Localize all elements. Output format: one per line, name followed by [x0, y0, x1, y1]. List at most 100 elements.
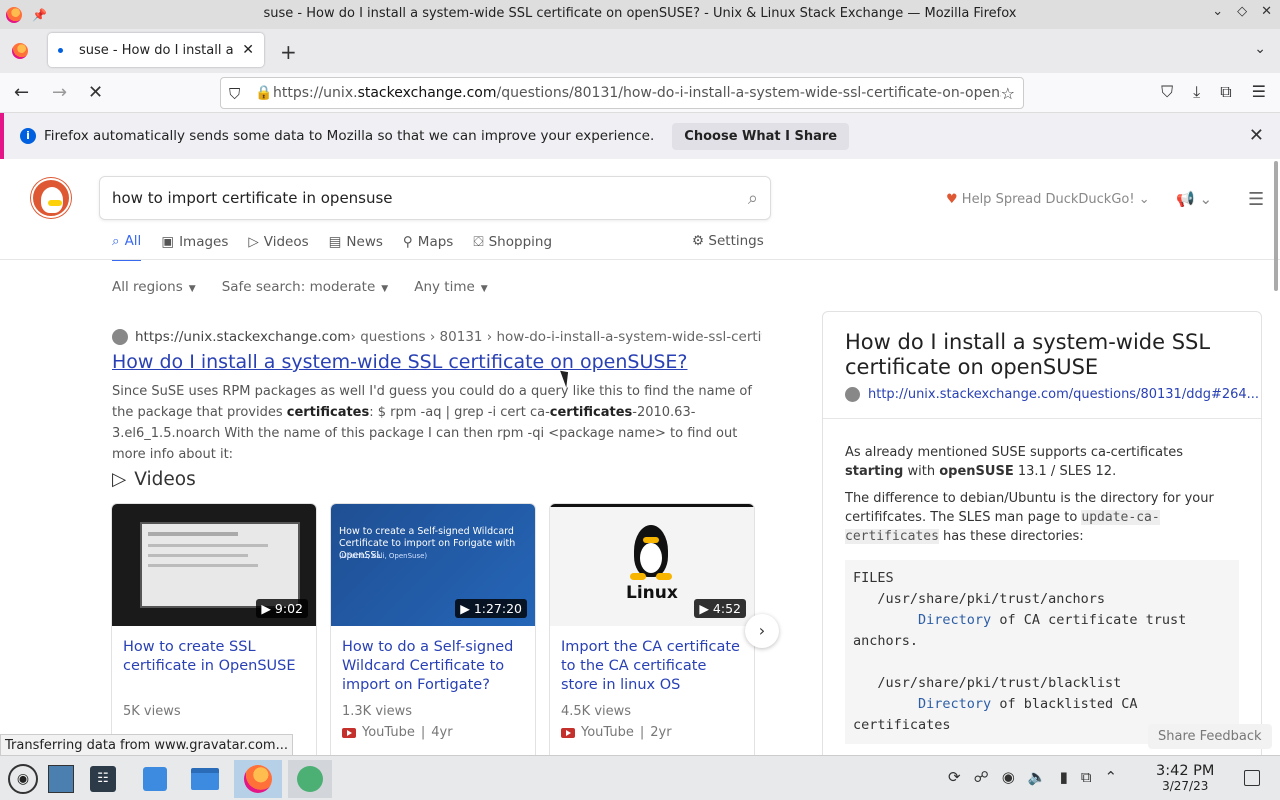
- gecko-app-icon[interactable]: [288, 760, 332, 798]
- minimize-icon[interactable]: ⌄: [1212, 4, 1223, 19]
- videos-header: ▷ Videos: [112, 469, 196, 490]
- downloads-icon[interactable]: ⤓: [1193, 82, 1200, 102]
- discover-store-icon[interactable]: [136, 760, 174, 798]
- tab-close-icon[interactable]: ✕: [242, 42, 254, 58]
- choose-share-button[interactable]: Choose What I Share: [672, 122, 850, 150]
- clock[interactable]: 3:42 PM 3/27/23: [1156, 763, 1214, 793]
- tab-list-chevron-icon[interactable]: ⌄: [1254, 41, 1266, 57]
- video-card[interactable]: How to create a Self-signed Wildcard Cer…: [330, 503, 536, 755]
- video-title[interactable]: Import the CA certificate to the CA cert…: [550, 626, 754, 696]
- battery-icon[interactable]: ▮: [1060, 768, 1068, 786]
- notification-bar: i Firefox automatically sends some data …: [0, 113, 1280, 159]
- video-title[interactable]: How to create SSL certificate in OpenSUS…: [112, 626, 316, 696]
- window-titlebar: 📌 suse - How do I install a system-wide …: [0, 0, 1280, 29]
- safe-search-filter[interactable]: Safe search: moderate ▼: [222, 279, 389, 295]
- show-desktop-icon[interactable]: [1244, 770, 1260, 786]
- desktop-pager-icon[interactable]: [42, 760, 80, 798]
- filter-row: All regions ▼ Safe search: moderate ▼ Any …: [112, 279, 488, 295]
- firefox-icon: [6, 6, 22, 23]
- video-views: 4.5K views: [561, 704, 632, 719]
- tux-penguin-icon: [628, 525, 674, 581]
- pin-icon[interactable]: 📌: [32, 8, 47, 22]
- nav-toolbar: ← → ✕ ⛉ 🔒 https://unix.stackexchange.com…: [0, 73, 1280, 113]
- file-manager-icon[interactable]: [186, 760, 224, 798]
- video-source: YouTube | 2yr: [550, 725, 754, 740]
- video-thumbnail[interactable]: ▶ 9:02: [112, 504, 316, 626]
- tab-active[interactable]: suse - How do I install a sys ✕: [48, 33, 264, 67]
- tab-maps[interactable]: ⚲ Maps: [403, 233, 453, 261]
- image-icon: ▣: [161, 234, 175, 250]
- window-title: suse - How do I install a system-wide SS…: [263, 6, 1017, 21]
- video-title[interactable]: How to do a Self-signed Wildcard Certifi…: [331, 626, 535, 696]
- video-thumbnail[interactable]: Linux ▶ 4:52: [550, 504, 754, 626]
- forward-icon[interactable]: →: [52, 82, 67, 103]
- pocket-icon[interactable]: ⛉: [1161, 82, 1173, 102]
- url-bar[interactable]: ⛉ 🔒 https://unix.stackexchange.com/quest…: [220, 77, 1024, 109]
- favicon-icon: [112, 329, 128, 345]
- result-snippet: Since SuSE uses RPM packages as well I'd…: [112, 384, 752, 462]
- back-icon[interactable]: ←: [14, 82, 29, 103]
- video-card[interactable]: ▶ 9:02 How to create SSL certificate in …: [111, 503, 317, 755]
- app-launcher-icon[interactable]: ◉: [4, 760, 42, 798]
- video-duration: ▶ 1:27:20: [455, 599, 527, 618]
- result-url[interactable]: https://unix.stackexchange.com › questio…: [112, 329, 762, 345]
- play-icon: ▷: [112, 469, 127, 490]
- volume-icon[interactable]: 🔈: [1028, 768, 1047, 786]
- close-icon[interactable]: ✕: [1249, 125, 1264, 146]
- lock-icon[interactable]: 🔒: [255, 85, 272, 101]
- scrollbar[interactable]: [1274, 161, 1278, 291]
- search-input[interactable]: [112, 189, 748, 207]
- system-settings-icon[interactable]: ☷: [84, 760, 122, 798]
- thumbnail-subtext: (Ubuntu, Kali, OpenSuse): [339, 552, 428, 560]
- result-title-link[interactable]: How do I install a system-wide SSL certi…: [112, 351, 762, 373]
- video-card[interactable]: Linux ▶ 4:52 Import the CA certificate t…: [549, 503, 755, 755]
- kdeconnect-icon[interactable]: ☍: [974, 768, 989, 786]
- firefox-view-icon[interactable]: [12, 43, 28, 59]
- settings-icon: ⚙: [692, 233, 705, 249]
- hamburger-icon[interactable]: ☰: [1248, 189, 1264, 210]
- eye-icon[interactable]: ◉: [1002, 768, 1015, 786]
- tab-settings[interactable]: ⚙ Settings: [692, 233, 764, 249]
- tab-videos[interactable]: ▷ Videos: [248, 233, 308, 261]
- menu-icon[interactable]: ☰: [1252, 82, 1266, 102]
- network-icon[interactable]: ⧉: [1081, 768, 1092, 786]
- favicon-icon: [845, 387, 860, 402]
- stop-icon[interactable]: ✕: [88, 82, 103, 103]
- extensions-icon[interactable]: ⧉: [1220, 82, 1231, 102]
- status-text: Transferring data from www.gravatar.com.…: [0, 734, 293, 755]
- system-tray: ⟳ ☍ ◉ 🔈 ▮ ⧉ ⌃: [948, 768, 1117, 786]
- search-icon[interactable]: ⌕: [748, 188, 758, 209]
- close-window-icon[interactable]: ✕: [1261, 4, 1272, 19]
- firefox-taskbar-icon[interactable]: [234, 760, 282, 798]
- chevron-up-icon[interactable]: ⌃: [1105, 768, 1118, 786]
- region-filter[interactable]: All regions ▼: [112, 279, 196, 295]
- share-feedback-button[interactable]: Share Feedback: [1148, 724, 1272, 749]
- carousel-next-button[interactable]: ›: [745, 614, 779, 648]
- video-views: 1.3K views: [342, 704, 413, 719]
- tab-all[interactable]: ⌕ All: [112, 233, 142, 261]
- shield-icon[interactable]: ⛉: [229, 85, 240, 103]
- youtube-icon: [561, 727, 575, 738]
- tab-shopping[interactable]: ⛋ Shopping: [473, 233, 552, 261]
- updates-icon[interactable]: ⟳: [948, 768, 961, 786]
- tab-strip: suse - How do I install a sys ✕ + ⌄: [0, 29, 1280, 73]
- search-box[interactable]: ⌕: [99, 176, 771, 220]
- megaphone-icon[interactable]: 📢 ⌄: [1176, 190, 1212, 208]
- new-tab-icon[interactable]: +: [280, 40, 297, 64]
- url-text[interactable]: https://unix.stackexchange.com/questions…: [273, 85, 1001, 101]
- video-thumbnail[interactable]: How to create a Self-signed Wildcard Cer…: [331, 504, 535, 626]
- heart-icon: ♥: [946, 192, 958, 207]
- maximize-icon[interactable]: ◇: [1237, 4, 1247, 19]
- time-filter[interactable]: Any time ▼: [414, 279, 488, 295]
- notification-text: Firefox automatically sends some data to…: [44, 128, 655, 144]
- panel-title: How do I install a system-wide SSL certi…: [845, 330, 1211, 379]
- taskbar: ◉ ☷ ⟳ ☍ ◉ 🔈 ▮ ⧉ ⌃ 3:42 PM 3/27/23: [0, 755, 1280, 800]
- search-icon: ⌕: [112, 233, 120, 249]
- tab-news[interactable]: ▤ News: [329, 233, 383, 261]
- spread-link[interactable]: ♥ Help Spread DuckDuckGo! ⌄: [946, 192, 1150, 207]
- panel-url[interactable]: http://unix.stackexchange.com/questions/…: [823, 380, 1261, 402]
- tab-label: suse - How do I install a sys: [79, 42, 236, 58]
- duckduckgo-logo[interactable]: [31, 178, 71, 218]
- tab-images[interactable]: ▣ Images: [161, 233, 228, 261]
- bookmark-star-icon[interactable]: ☆: [1001, 84, 1015, 103]
